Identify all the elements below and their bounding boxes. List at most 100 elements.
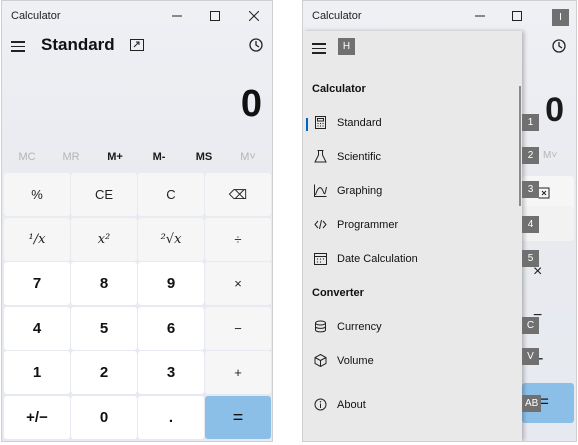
digit-6-key[interactable]: 6: [138, 306, 204, 350]
nav-item-date-calculation[interactable]: Date Calculation: [303, 244, 522, 274]
key-label: 9: [166, 275, 176, 292]
navigation-pane: H Calculator Standard Scientific Graphing P…: [303, 31, 522, 441]
multiply-key[interactable]: ×: [205, 262, 271, 305]
key-label: 6: [166, 319, 176, 337]
memory-list-button[interactable]: M˅: [543, 150, 557, 161]
maximize-button[interactable]: [200, 5, 230, 27]
nav-item-currency[interactable]: Currency: [303, 312, 522, 342]
memory-subtract-button[interactable]: M-: [137, 151, 181, 163]
clear-entry-key[interactable]: CE: [71, 173, 137, 216]
standard-calculator-icon: [315, 116, 326, 129]
percent-key[interactable]: %: [4, 173, 70, 216]
graph-icon: [314, 184, 327, 197]
digit-3-key[interactable]: 3: [138, 351, 204, 394]
close-button-badge[interactable]: I: [552, 9, 569, 26]
nav-item-standard[interactable]: Standard: [303, 108, 522, 138]
minimize-button[interactable]: [162, 5, 192, 27]
square-key[interactable]: x²: [71, 217, 137, 261]
memory-add-button[interactable]: M+: [93, 151, 137, 163]
digit-8-key[interactable]: 8: [71, 262, 137, 305]
info-icon: [314, 398, 327, 411]
key-label: ¹∕x: [28, 231, 46, 247]
nav-item-label: About: [337, 399, 366, 411]
title-bar[interactable]: Calculator I: [303, 1, 576, 31]
minimize-icon: [475, 15, 485, 17]
memory-recall-button[interactable]: MR: [49, 151, 93, 163]
nav-item-label: Programmer: [337, 219, 399, 231]
key-label: 3: [166, 364, 176, 381]
maximize-button[interactable]: [502, 5, 532, 27]
cube-icon: [314, 354, 327, 367]
divide-key[interactable]: ÷: [205, 217, 271, 261]
history-button[interactable]: [551, 38, 567, 54]
key-label: 7: [32, 275, 42, 292]
digit-7-key[interactable]: 7: [4, 262, 70, 305]
key-label: 0: [99, 408, 109, 426]
flask-icon: [314, 150, 327, 163]
result-display: 0: [240, 83, 262, 125]
close-button[interactable]: [239, 5, 269, 27]
minimize-button[interactable]: [465, 5, 495, 27]
equals-key[interactable]: =: [205, 395, 271, 439]
result-display: 0: [545, 91, 564, 129]
nav-item-label: Scientific: [337, 151, 382, 163]
history-button[interactable]: [248, 37, 264, 53]
nav-item-volume[interactable]: Volume: [303, 346, 522, 376]
calculator-window-standard: Calculator Standard 0 MC MR M+ M- MS M˅ …: [1, 0, 273, 442]
hamburger-menu-button[interactable]: [312, 43, 326, 54]
key-label: 5: [99, 319, 109, 337]
add-key[interactable]: +: [205, 351, 271, 394]
calendar-icon: [314, 253, 327, 265]
keytip-badge-3: 3: [522, 181, 539, 198]
clear-key[interactable]: C: [138, 173, 204, 216]
memory-clear-button[interactable]: MC: [5, 151, 49, 163]
key-label: +: [234, 365, 242, 380]
selection-indicator: [306, 118, 308, 131]
keytip-badge-v: V: [522, 348, 539, 365]
key-label: 2: [99, 364, 109, 381]
memory-store-button[interactable]: MS: [182, 151, 226, 163]
keep-on-top-icon: [130, 39, 144, 51]
negate-key[interactable]: +/−: [4, 395, 70, 439]
digit-5-key[interactable]: 5: [71, 306, 137, 350]
key-label: .: [168, 408, 174, 426]
nav-item-label: Currency: [337, 321, 382, 333]
maximize-icon: [512, 11, 522, 21]
nav-section-calculator: Calculator: [312, 83, 366, 95]
minimize-icon: [172, 15, 182, 17]
digit-1-key[interactable]: 1: [4, 351, 70, 394]
nav-item-about[interactable]: About: [303, 390, 522, 420]
digit-4-key[interactable]: 4: [4, 306, 70, 350]
nav-item-scientific[interactable]: Scientific: [303, 142, 522, 172]
key-label: CE: [94, 187, 114, 202]
coins-icon: [315, 320, 326, 333]
key-label: ×: [234, 276, 242, 291]
reciprocal-key[interactable]: ¹∕x: [4, 217, 70, 261]
mode-title: Standard: [41, 35, 115, 54]
digit-2-key[interactable]: 2: [71, 351, 137, 394]
hamburger-menu-button[interactable]: [11, 41, 25, 52]
key-label: ÷: [234, 231, 242, 247]
nav-item-programmer[interactable]: Programmer: [303, 210, 522, 240]
decimal-key[interactable]: .: [138, 395, 204, 439]
keytip-badge-2: 2: [522, 147, 539, 164]
maximize-icon: [210, 11, 220, 21]
keep-on-top-button[interactable]: [130, 39, 144, 51]
nav-item-graphing[interactable]: Graphing: [303, 176, 522, 206]
window-title: Calculator: [11, 10, 61, 22]
key-label: +/−: [26, 408, 48, 426]
nav-item-label: Graphing: [337, 185, 383, 197]
key-label: =: [232, 406, 244, 427]
square-root-key[interactable]: ²√x: [138, 217, 204, 261]
title-bar[interactable]: Calculator: [2, 1, 272, 31]
digit-0-key[interactable]: 0: [71, 395, 137, 439]
digit-9-key[interactable]: 9: [138, 262, 204, 305]
nav-item-label: Standard: [337, 117, 382, 129]
memory-list-button[interactable]: M˅: [226, 151, 270, 163]
key-label: 4: [32, 319, 42, 337]
key-label: %: [31, 187, 43, 202]
key-label: ⌫: [228, 186, 248, 202]
subtract-key[interactable]: −: [205, 306, 271, 350]
key-label: x²: [97, 231, 111, 247]
backspace-key[interactable]: ⌫: [205, 173, 271, 216]
